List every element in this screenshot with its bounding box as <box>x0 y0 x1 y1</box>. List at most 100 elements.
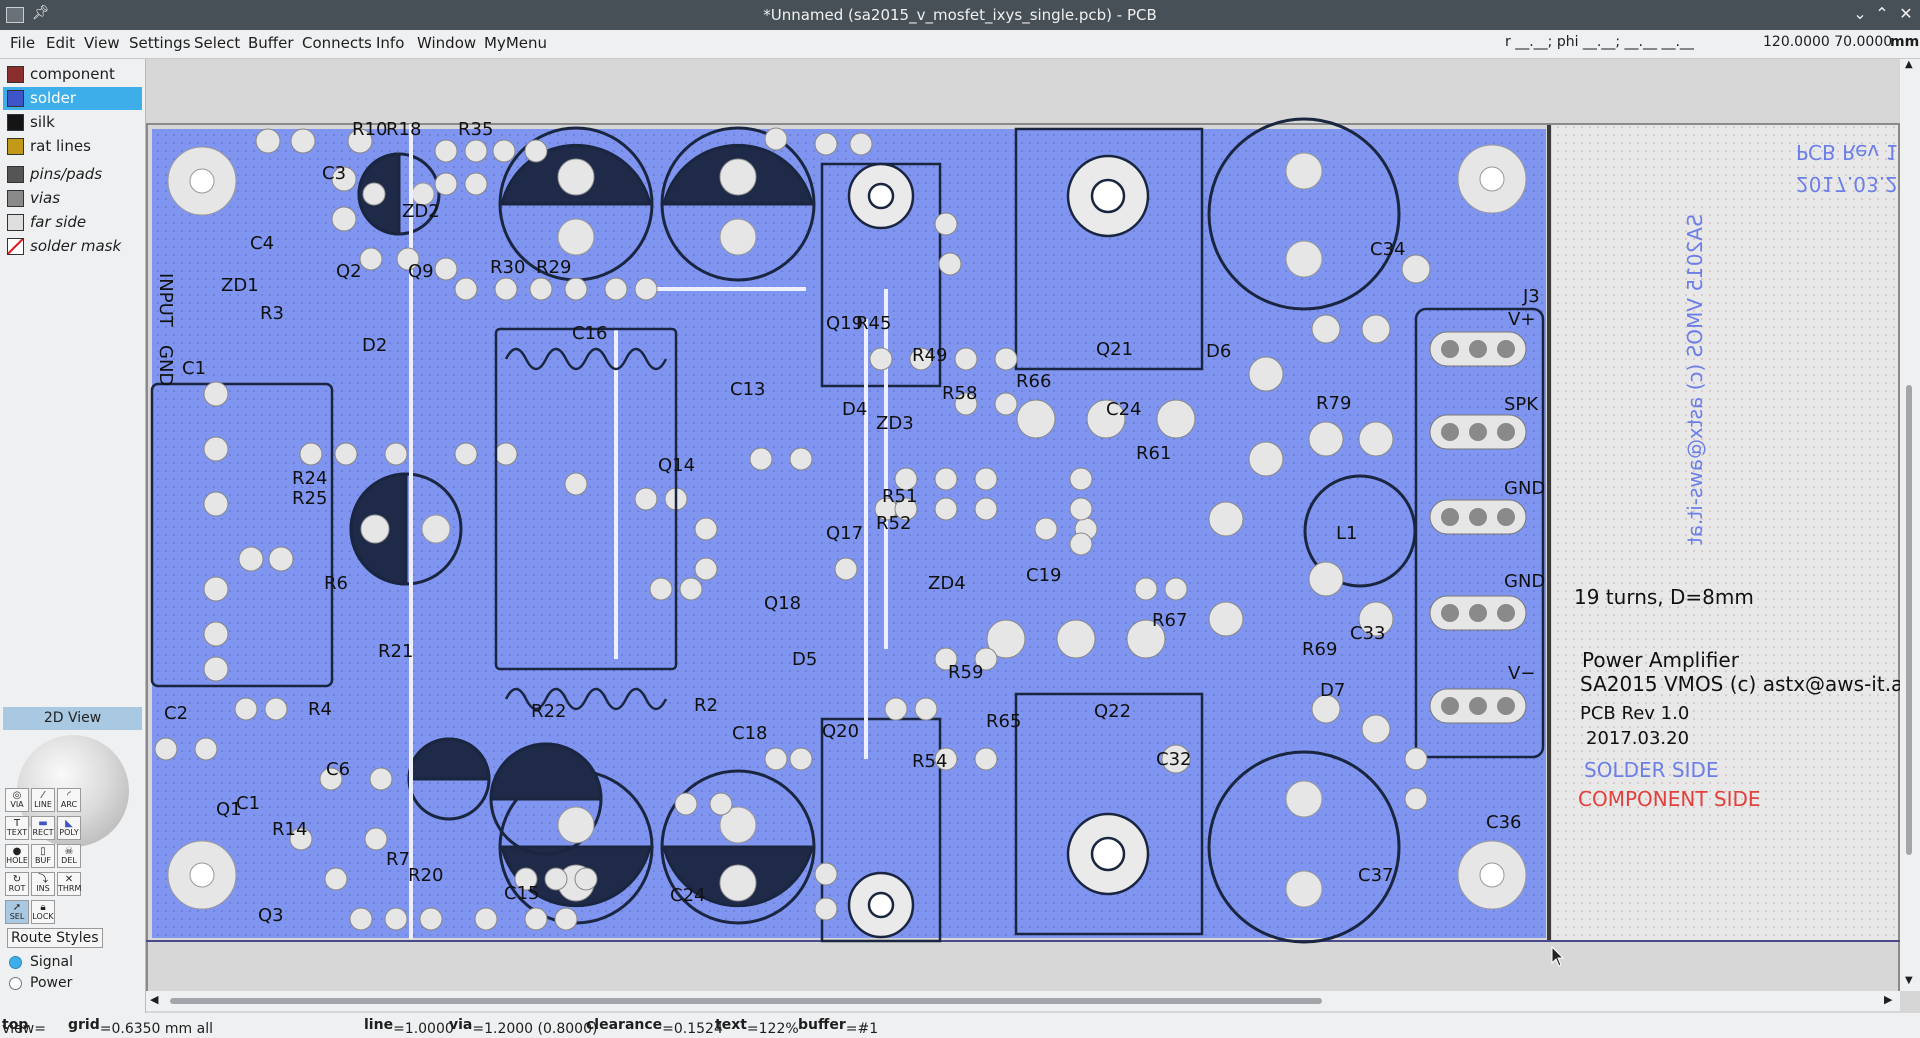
svg-text:R4: R4 <box>308 699 332 720</box>
status-value: =#1 <box>845 1021 879 1037</box>
scroll-right-icon[interactable]: ▶ <box>1884 993 1892 1006</box>
status-value: =1.0000 <box>393 1021 454 1037</box>
layer-silk[interactable]: silk <box>3 111 142 134</box>
pcb-canvas[interactable]: R10 R18 R35 C3 ZD2 C4 Q2 Q9 R30 R29 ZD1 R3 C1 D2 C… <box>146 59 1917 1003</box>
hole-icon: ● <box>12 846 22 857</box>
units-label: mm <box>1890 34 1920 50</box>
scroll-down-icon[interactable]: ▼ <box>1905 975 1913 986</box>
svg-text:R61: R61 <box>1136 443 1171 464</box>
svg-text:D2: D2 <box>362 335 387 356</box>
svg-text:C19: C19 <box>1026 565 1061 586</box>
menu-window[interactable]: Window <box>417 34 476 52</box>
layer-rat-lines[interactable]: rat lines <box>3 135 142 158</box>
layer-vias[interactable]: vias <box>3 187 142 210</box>
svg-text:Q14: Q14 <box>658 455 695 476</box>
svg-text:C1: C1 <box>236 793 260 814</box>
insert-tool[interactable]: ⤵ INS <box>31 872 55 896</box>
thermal-tool[interactable]: ✕ THRM <box>57 872 81 896</box>
svg-text:ZD3: ZD3 <box>876 413 914 434</box>
arc-tool[interactable]: ◜ ARC <box>57 788 81 812</box>
lock-tool[interactable]: 🔒︎ LOCK <box>31 900 55 924</box>
svg-text:2017.03.20: 2017.03.20 <box>1796 172 1900 196</box>
delete-tool[interactable]: ☠︎ DEL <box>57 844 81 868</box>
route-styles-button[interactable]: Route Styles <box>7 928 103 948</box>
status-value: =0.6350 mm all <box>99 1021 214 1037</box>
radio-label: Signal <box>30 954 74 970</box>
menu-connects[interactable]: Connects <box>302 34 372 52</box>
view-2d-button[interactable]: 2D View <box>3 707 142 730</box>
svg-text:ZD4: ZD4 <box>928 573 966 594</box>
line-tool[interactable]: ⁄ LINE <box>31 788 55 812</box>
menu-edit[interactable]: Edit <box>46 34 75 52</box>
vertical-scrollbar[interactable]: ▲ ▼ <box>1900 59 1920 991</box>
svg-text:R67: R67 <box>1152 610 1187 631</box>
menu-settings[interactable]: Settings <box>129 34 191 52</box>
svg-text:SPK: SPK <box>1504 394 1539 415</box>
minimize-button[interactable]: ⌄ <box>1850 4 1870 23</box>
layer-solder[interactable]: solder <box>3 87 142 110</box>
svg-text:Power Amplifier: Power Amplifier <box>1582 648 1740 672</box>
svg-text:C2: C2 <box>164 703 188 724</box>
svg-text:J3: J3 <box>1522 286 1540 307</box>
svg-text:R29: R29 <box>536 257 571 278</box>
status-value: =0.1524 <box>662 1021 723 1037</box>
close-button[interactable]: ✕ <box>1896 4 1916 23</box>
status-bar: view= top grid =0.6350 mm all line =1.0000 … <box>0 1013 1920 1038</box>
menu-file[interactable]: File <box>10 34 35 52</box>
svg-text:C36: C36 <box>1486 812 1521 833</box>
svg-text:R20: R20 <box>408 865 443 886</box>
layer-label: rat lines <box>30 137 91 155</box>
layer-swatch <box>7 214 24 231</box>
poly-tool[interactable]: ◣ POLY <box>57 816 81 840</box>
svg-text:Q3: Q3 <box>258 905 284 926</box>
scroll-left-icon[interactable]: ◀ <box>150 993 158 1006</box>
menu-view[interactable]: View <box>84 34 120 52</box>
scroll-up-icon[interactable]: ▲ <box>1905 59 1913 70</box>
svg-text:V−: V− <box>1508 663 1535 684</box>
svg-text:PCB Rev 1.0: PCB Rev 1.0 <box>1580 703 1689 724</box>
layer-solder-mask[interactable]: solder mask <box>3 235 142 258</box>
svg-text:C37: C37 <box>1358 865 1393 886</box>
svg-text:C24: C24 <box>670 885 705 906</box>
pcb-drawing[interactable]: R10R18 R35 C3 ZD2 C4 Q2 Q9 R30 R29 ZD1R3 C1 D2 C… <box>146 59 1917 1003</box>
menu-buffer[interactable]: Buffer <box>248 34 294 52</box>
layer-pins-pads[interactable]: pins/pads <box>3 163 142 186</box>
layer-component[interactable]: component <box>3 63 142 86</box>
svg-text:SA2015 VMOS (c) astx@aws-it.at: SA2015 VMOS (c) astx@aws-it.at <box>1683 214 1707 545</box>
lock-icon: 🔒︎ <box>40 902 46 913</box>
component-side-label: COMPONENT SIDE <box>1578 787 1761 811</box>
status-view: view= top <box>2 1017 46 1037</box>
insert-icon: ⤵ <box>38 874 48 885</box>
svg-text:C16: C16 <box>572 323 607 344</box>
layer-swatch <box>7 238 24 255</box>
horizontal-scrollbar[interactable]: ◀ ▶ <box>146 991 1900 1011</box>
buffer-tool[interactable]: ▯ BUF <box>31 844 55 868</box>
status-line: line =1.0000 <box>364 1017 454 1037</box>
rotate-tool[interactable]: ↻ ROT <box>5 872 29 896</box>
layer-label: far side <box>30 213 87 231</box>
cursor-coords: 120.0000 70.0000 <box>1763 34 1893 50</box>
svg-text:R49: R49 <box>912 345 947 366</box>
vertical-scroll-thumb[interactable] <box>1906 385 1912 855</box>
svg-text:R45: R45 <box>856 313 891 334</box>
hole-tool[interactable]: ● HOLE <box>5 844 29 868</box>
text-tool[interactable]: T TEXT <box>5 816 29 840</box>
maximize-button[interactable]: ⌃ <box>1872 4 1892 23</box>
select-tool[interactable]: ➚ SEL <box>5 900 29 924</box>
svg-text:L1: L1 <box>1336 523 1357 544</box>
menu-info[interactable]: Info <box>376 34 404 52</box>
svg-text:R59: R59 <box>948 662 983 683</box>
via-tool[interactable]: ◎ VIA <box>5 788 29 812</box>
rect-tool[interactable]: ▬ RECT <box>31 816 55 840</box>
horizontal-scroll-thumb[interactable] <box>170 998 1322 1004</box>
svg-text:R65: R65 <box>986 711 1021 732</box>
solder-side-label: SOLDER SIDE <box>1584 758 1719 782</box>
window-title: *Unnamed (sa2015_v_mosfet_ixys_single.pc… <box>763 6 1157 24</box>
layer-far-side[interactable]: far side <box>3 211 142 234</box>
arc-icon: ◜ <box>67 790 71 801</box>
menu-mymenu[interactable]: MyMenu <box>484 34 547 52</box>
svg-text:R79: R79 <box>1316 393 1351 414</box>
menu-select[interactable]: Select <box>194 34 240 52</box>
status-key: line <box>364 1017 394 1033</box>
status-clearance: clearance =0.1524 <box>586 1017 723 1037</box>
